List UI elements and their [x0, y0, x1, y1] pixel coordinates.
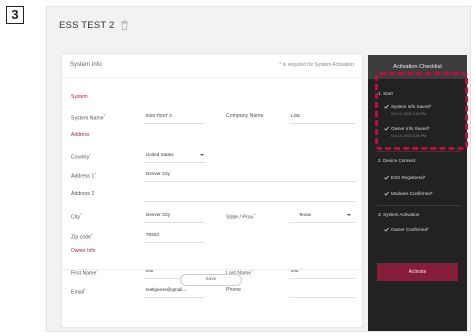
trash-icon[interactable]: [120, 20, 129, 30]
check-icon: [384, 191, 389, 196]
state-label: State / Prov.*: [226, 212, 256, 221]
system-name-label: System Name*: [71, 113, 106, 122]
email-underline: [144, 297, 204, 298]
check-icon: [384, 175, 389, 180]
company-name-field[interactable]: LGE: [291, 113, 300, 118]
system-name-field[interactable]: ESS TEST 2: [146, 113, 172, 118]
country-select[interactable]: United States: [146, 152, 174, 157]
zip-field[interactable]: 79323: [146, 232, 159, 237]
phone-label: Phone: [226, 287, 242, 293]
country-underline: [144, 162, 206, 163]
checklist-divider: [377, 151, 461, 152]
system-info-card: System Info * is required for System Act…: [61, 53, 363, 328]
state-select[interactable]: Texas: [299, 212, 311, 217]
title-bar: ESS TEST 2: [47, 7, 470, 41]
phone-underline: [289, 297, 355, 298]
step-number-badge: 3: [6, 6, 24, 24]
city-field[interactable]: Denver City: [146, 212, 170, 217]
save-button[interactable]: Save: [180, 274, 242, 286]
card-header: System Info * is required for System Act…: [62, 54, 362, 78]
address2-underline: [144, 201, 355, 202]
system-name-underline: [144, 123, 204, 124]
city-underline: [144, 222, 204, 223]
country-label: Country*: [71, 152, 91, 161]
checklist-item-owner-confirmed: Owner Confirmed*: [391, 227, 429, 232]
card-title: System Info: [70, 62, 102, 68]
chevron-down-icon: [347, 214, 351, 216]
section-system: System: [71, 94, 88, 100]
required-note: * is required for System Activation: [279, 62, 354, 68]
address1-field[interactable]: Denver City: [146, 171, 170, 176]
check-icon: [384, 227, 389, 232]
section-owner-info: Owner Info: [71, 248, 96, 254]
address1-underline: [144, 181, 355, 182]
checklist-step-device-connect: 2. Device Connect: [378, 158, 416, 163]
card-footer-divider: [61, 269, 363, 270]
email-label: Email*: [71, 287, 86, 296]
checklist-item-ess-registered: ESS Registered*: [391, 175, 426, 180]
chevron-down-icon: [200, 154, 204, 156]
email-field[interactable]: testlgeess@gmail...: [146, 287, 186, 292]
checklist-step-system-activation: 3. System Activation: [378, 212, 420, 217]
zip-underline: [144, 242, 204, 243]
activate-button[interactable]: Activate: [377, 263, 458, 281]
page-title: ESS TEST 2: [59, 20, 115, 31]
company-name-label: Company Name: [226, 113, 264, 119]
state-underline: [289, 222, 355, 223]
address2-label: Address 2: [71, 191, 95, 197]
checklist-item-modules-confirmed: Modules Confirmed*: [391, 191, 433, 196]
address1-label: Address 1*: [71, 171, 96, 180]
last-name-underline: [289, 278, 355, 279]
zip-label: Zip code*: [71, 232, 93, 241]
city-label: City*: [71, 212, 82, 221]
company-name-underline: [289, 123, 355, 124]
checklist-divider: [377, 205, 461, 206]
app-screen: ESS TEST 2 System Info * is required for…: [46, 6, 471, 332]
highlight-callout: [375, 72, 468, 150]
section-address: Address: [71, 132, 90, 138]
